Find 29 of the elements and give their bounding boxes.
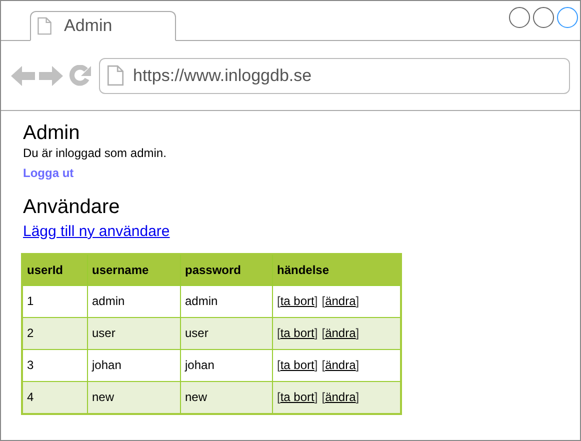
- edit-link[interactable]: [ändra]: [322, 324, 360, 342]
- delete-link[interactable]: [ta bort]: [277, 388, 318, 406]
- tab-title: Admin: [64, 15, 112, 38]
- edit-link[interactable]: [ändra]: [322, 388, 360, 406]
- table-cell: new: [88, 382, 181, 412]
- table-cell: new: [181, 382, 273, 412]
- forward-icon[interactable]: [39, 64, 63, 86]
- edit-link[interactable]: [ändra]: [322, 292, 360, 310]
- column-header: händelse: [276, 262, 330, 278]
- login-status: Du är inloggad som admin.: [23, 145, 168, 161]
- page-title: Admin: [23, 121, 81, 145]
- section-title: Användare: [23, 195, 121, 219]
- window-button[interactable]: [533, 7, 554, 28]
- delete-link[interactable]: [ta bort]: [277, 292, 318, 310]
- url-text: https://www.inloggdb.se: [133, 64, 312, 87]
- window-button[interactable]: [557, 7, 578, 28]
- page-icon: [107, 65, 124, 86]
- logout-link[interactable]: Logga ut: [23, 164, 74, 182]
- delete-link[interactable]: [ta bort]: [277, 356, 318, 374]
- table-cell: 4: [23, 382, 88, 412]
- reload-icon[interactable]: [69, 64, 91, 86]
- window-button[interactable]: [509, 7, 530, 28]
- back-icon[interactable]: [11, 64, 35, 86]
- page-icon: [37, 17, 52, 35]
- edit-link[interactable]: [ändra]: [322, 356, 360, 374]
- address-field[interactable]: https://www.inloggdb.se: [99, 58, 570, 94]
- add-user-link[interactable]: Lägg till ny användare: [23, 221, 170, 244]
- delete-link[interactable]: [ta bort]: [277, 324, 318, 342]
- browser-tab[interactable]: Admin: [30, 11, 176, 41]
